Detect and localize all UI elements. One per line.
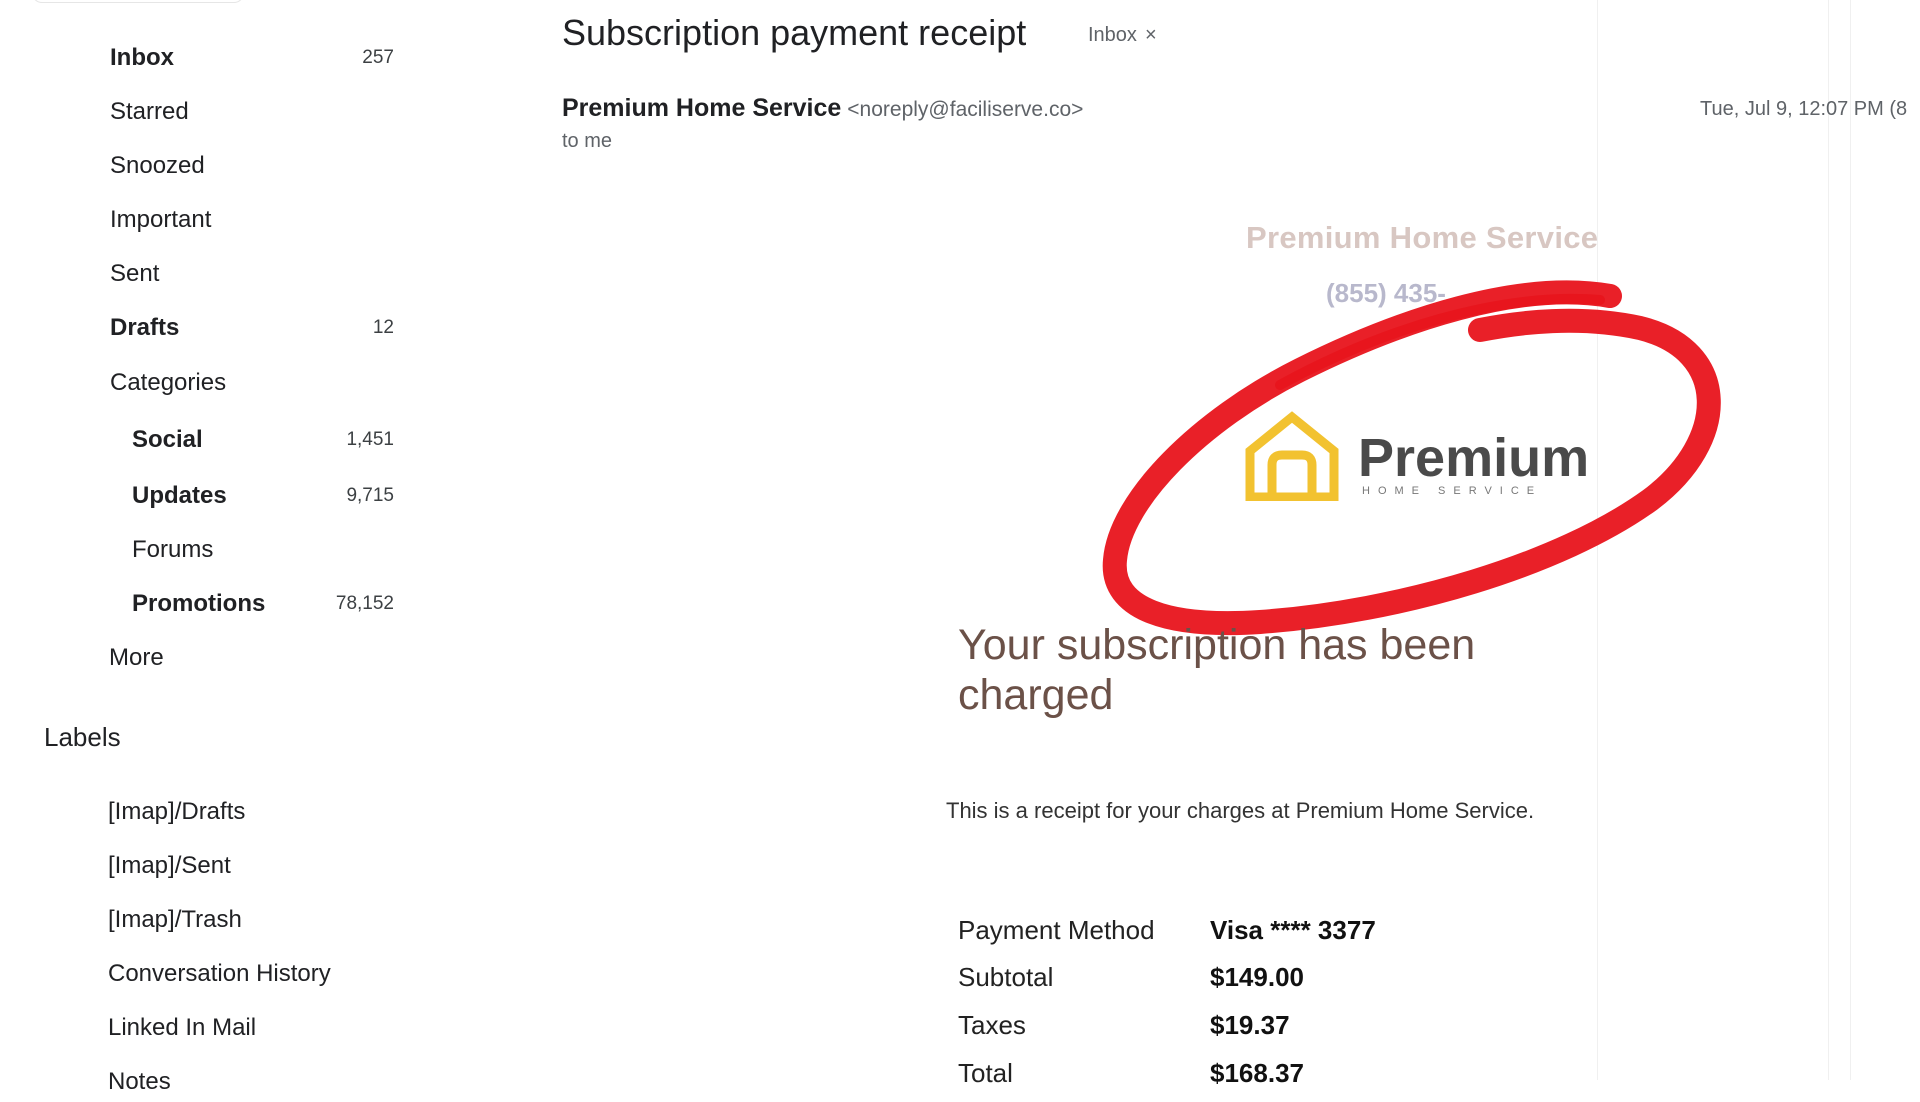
sidebar-item-label: Inbox [110, 44, 174, 71]
sidebar-item-promotions[interactable]: Promotions 78,152 [132, 584, 394, 624]
email-date: Tue, Jul 9, 12:07 PM (8 [1700, 98, 1908, 120]
row-value: $149.00 [1210, 961, 1304, 992]
sender-email: <noreply@faciliserve.co> [847, 98, 1084, 121]
label-conversation-history[interactable]: Conversation History [108, 954, 331, 994]
sender-line: Premium Home Service <noreply@faciliserve… [562, 94, 1083, 123]
recipient-line[interactable]: to me [562, 130, 612, 153]
row-label: Payment Method [958, 914, 1155, 945]
logo-subtitle: HOME SERVICE [1362, 485, 1543, 497]
sender-name[interactable]: Premium Home Service [562, 94, 841, 122]
sidebar-item-snoozed[interactable]: Snoozed [110, 146, 394, 186]
inbox-label-chip[interactable]: Inbox × [1088, 24, 1157, 47]
sidebar-item-starred[interactable]: Starred [110, 92, 394, 132]
sidebar-item-label: More [109, 644, 164, 671]
sidebar-item-label: Promotions [132, 590, 266, 617]
sidebar-item-label: Important [110, 206, 212, 233]
close-icon[interactable]: × [1145, 24, 1157, 47]
sidebar: Inbox 257 Starred Snoozed Important Sent… [0, 0, 500, 1095]
label-imap-sent[interactable]: [Imap]/Sent [108, 846, 231, 886]
sidebar-item-label: Forums [132, 536, 214, 563]
brand-logo: Premium HOME SERVICE [1244, 405, 1594, 505]
sidebar-item-sent[interactable]: Sent [110, 254, 394, 294]
divider [1850, 0, 1851, 1080]
sidebar-item-important[interactable]: Important [110, 200, 394, 240]
row-value: $19.37 [1210, 1009, 1290, 1040]
sidebar-item-social[interactable]: Social 1,451 [132, 420, 394, 460]
sidebar-item-label: Starred [110, 98, 189, 125]
row-label: Subtotal [958, 961, 1054, 992]
sidebar-item-inbox[interactable]: Inbox 257 [110, 38, 394, 78]
email-subject: Subscription payment receipt [562, 12, 1027, 53]
house-icon [1245, 411, 1339, 501]
unread-count: 9,715 [346, 485, 394, 506]
divider [1597, 0, 1598, 1080]
sidebar-item-more[interactable]: More [109, 638, 393, 678]
brand-phone: (855) 435- [1326, 278, 1446, 308]
label-notes[interactable]: Notes [108, 1062, 171, 1102]
unread-count: 1,451 [346, 429, 394, 450]
unread-count: 257 [362, 47, 394, 68]
row-label: Total [958, 1057, 1013, 1088]
sidebar-item-label: Categories [110, 369, 227, 396]
label-imap-trash[interactable]: [Imap]/Trash [108, 900, 242, 940]
sidebar-item-label: Sent [110, 260, 160, 287]
chip-label: Inbox [1088, 24, 1137, 46]
sidebar-item-label: Snoozed [110, 152, 205, 179]
sidebar-item-label: Drafts [110, 314, 180, 341]
divider [1828, 0, 1829, 1080]
labels-heading: Labels [44, 722, 121, 752]
draft-count: 12 [372, 317, 394, 338]
unread-count: 78,152 [335, 593, 394, 614]
label-linked-in-mail[interactable]: Linked In Mail [108, 1008, 256, 1048]
sidebar-item-forums[interactable]: Forums [132, 530, 394, 570]
sidebar-item-drafts[interactable]: Drafts 12 [110, 308, 394, 348]
sidebar-item-updates[interactable]: Updates 9,715 [132, 476, 394, 516]
sidebar-item-label: Updates [132, 482, 227, 509]
logo-wordmark: Premium [1358, 428, 1590, 488]
brand-name: Premium Home Service [1246, 220, 1599, 255]
label-imap-drafts[interactable]: [Imap]/Drafts [108, 792, 245, 832]
compose-button-edge[interactable] [32, 0, 244, 3]
email-headline: Your subscription has been charged [958, 621, 1476, 719]
row-value: $168.37 [1210, 1057, 1304, 1088]
receipt-intro: This is a receipt for your charges at Pr… [946, 798, 1535, 823]
row-label: Taxes [958, 1009, 1026, 1040]
row-value: Visa **** 3377 [1210, 914, 1376, 945]
sidebar-item-categories[interactable]: Categories [110, 363, 394, 403]
sidebar-item-label: Social [132, 426, 203, 453]
